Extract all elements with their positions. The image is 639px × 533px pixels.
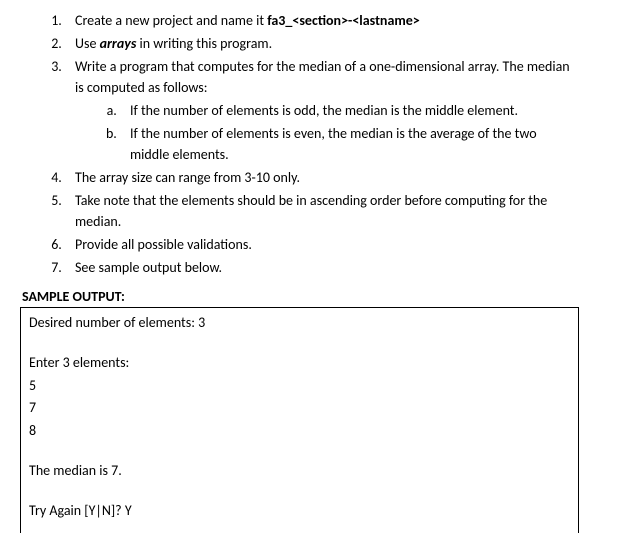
output-line-1: Desired number of elements: 3 — [29, 312, 570, 334]
output-line-2: Enter 3 elements: — [29, 352, 570, 374]
output-line-5: 8 — [29, 420, 570, 442]
output-line-3: 5 — [29, 375, 570, 397]
output-line-6: The median is 7. — [29, 460, 570, 482]
item2-pre: Use — [75, 35, 100, 52]
item2-post: in writing this program. — [136, 35, 272, 52]
instruction-list: Create a new project and name it fa3_<se… — [20, 10, 579, 278]
instruction-item-6: Provide all possible validations. — [65, 234, 579, 255]
instruction-item-4: The array size can range from 3-10 only. — [65, 167, 579, 188]
sub-item-a: If the number of elements is odd, the me… — [120, 100, 579, 121]
instruction-item-3: Write a program that computes for the me… — [65, 56, 579, 165]
output-line-4: 7 — [29, 397, 570, 419]
item1-bold: fa3_<section>-<lastname> — [267, 12, 420, 29]
item2-bolditalic: arrays — [100, 35, 137, 52]
instruction-item-7: See sample output below. — [65, 257, 579, 278]
item3-text: Write a program that computes for the me… — [75, 58, 570, 96]
sample-output-box: Desired number of elements: 3 Enter 3 el… — [20, 307, 579, 533]
sample-output-header: SAMPLE OUTPUT: — [20, 286, 579, 307]
instruction-item-2: Use arrays in writing this program. — [65, 33, 579, 54]
instruction-item-1: Create a new project and name it fa3_<se… — [65, 10, 579, 31]
sub-item-b: If the number of elements is even, the m… — [120, 123, 579, 165]
output-line-7: Try Again [Y|N]? Y — [29, 500, 570, 522]
instruction-item-5: Take note that the elements should be in… — [65, 190, 579, 232]
sub-instruction-list: If the number of elements is odd, the me… — [75, 100, 579, 165]
item1-pre: Create a new project and name it — [75, 12, 267, 29]
